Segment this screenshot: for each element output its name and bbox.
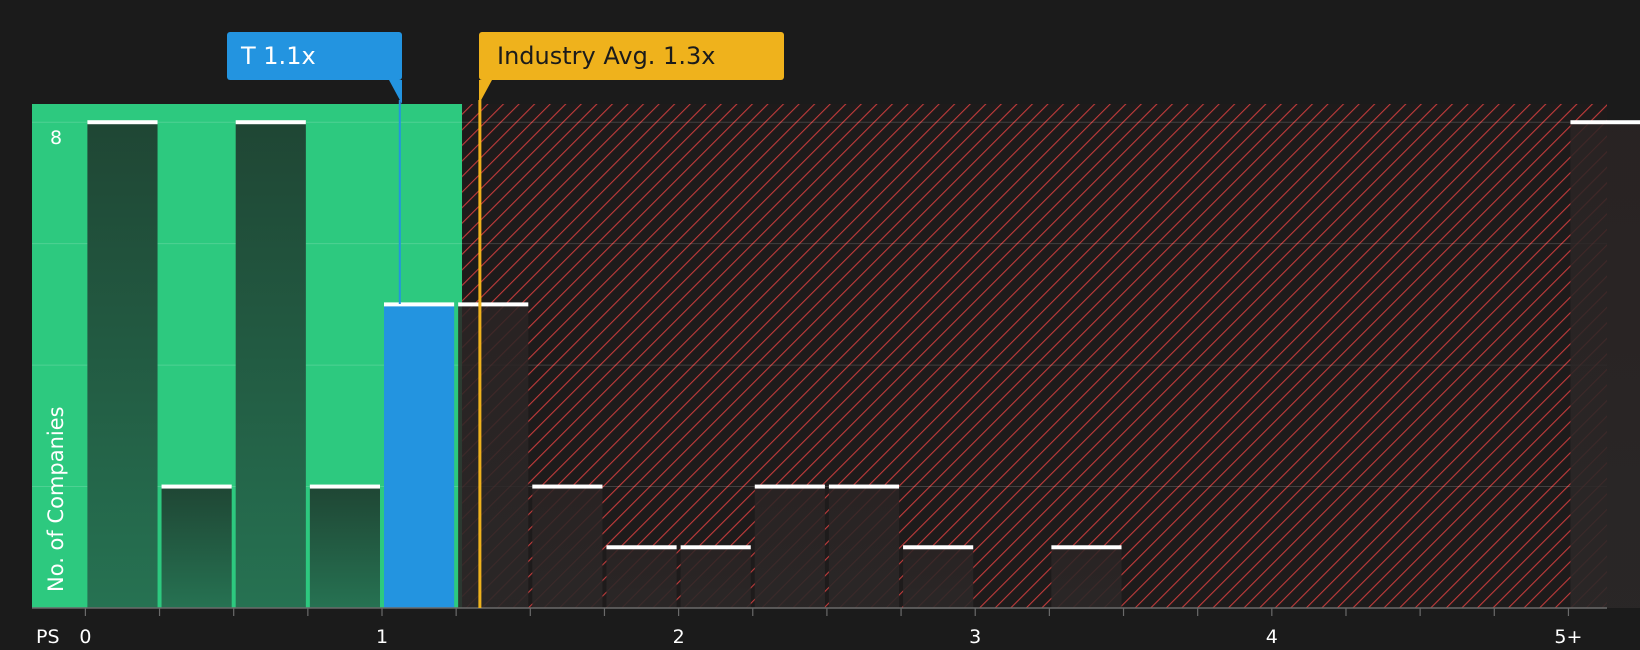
- company-ps-callout: T 1.1x: [227, 32, 402, 80]
- x-tick-label: 1: [376, 626, 388, 648]
- industry-callout-pointer: [479, 80, 492, 104]
- x-tick-label: 0: [79, 626, 91, 648]
- bar-top-cap: [903, 545, 974, 550]
- y-tick-label: 8: [50, 127, 62, 149]
- histogram-bar: [235, 122, 306, 609]
- y-axis-title: No. of Companies: [44, 406, 68, 592]
- overvalued-zone: [462, 104, 1608, 608]
- bar-top-cap: [458, 302, 529, 307]
- bar-top-cap: [754, 484, 825, 489]
- bar-top-cap: [680, 545, 751, 550]
- histogram-bar: [161, 486, 232, 608]
- bar-top-cap: [1051, 545, 1122, 550]
- bar-top-cap: [161, 484, 232, 489]
- histogram-bar: [680, 547, 751, 608]
- industry-avg-callout: Industry Avg. 1.3x: [479, 32, 784, 80]
- histogram-bar: [1051, 547, 1122, 608]
- histogram-bar: [458, 304, 529, 608]
- x-tick-label: 4: [1266, 626, 1278, 648]
- histogram-bar: [754, 486, 825, 608]
- histogram-bar: [87, 122, 158, 609]
- company-callout-pointer: [389, 80, 402, 104]
- bar-top-cap: [235, 120, 306, 125]
- x-tick-label: 5+: [1554, 626, 1582, 648]
- bar-top-cap: [87, 120, 158, 125]
- histogram-bar: [309, 486, 380, 608]
- industry-avg-label: Industry Avg. 1.3x: [497, 42, 716, 70]
- histogram-bar: [828, 486, 900, 608]
- histogram-bar: [532, 486, 603, 608]
- bar-top-cap: [309, 484, 380, 489]
- bar-top-cap: [606, 545, 677, 550]
- histogram-bar: [903, 547, 974, 608]
- bar-top-cap: [384, 302, 455, 307]
- x-tick-label: 2: [673, 626, 685, 648]
- ps-histogram-chart: 0 1 2 3 4 5+ PS 8 No. of Companies: [32, 100, 1640, 648]
- bar-top-cap: [828, 484, 900, 489]
- x-tick-label: 3: [969, 626, 981, 648]
- bar-top-cap: [532, 484, 603, 489]
- x-axis-title: PS: [36, 626, 60, 648]
- histogram-bar: [1570, 122, 1640, 609]
- bar-top-cap: [1570, 120, 1640, 125]
- company-ps-label: T 1.1x: [241, 42, 316, 70]
- company-bin-bar: [384, 304, 455, 608]
- histogram-bar: [606, 547, 677, 608]
